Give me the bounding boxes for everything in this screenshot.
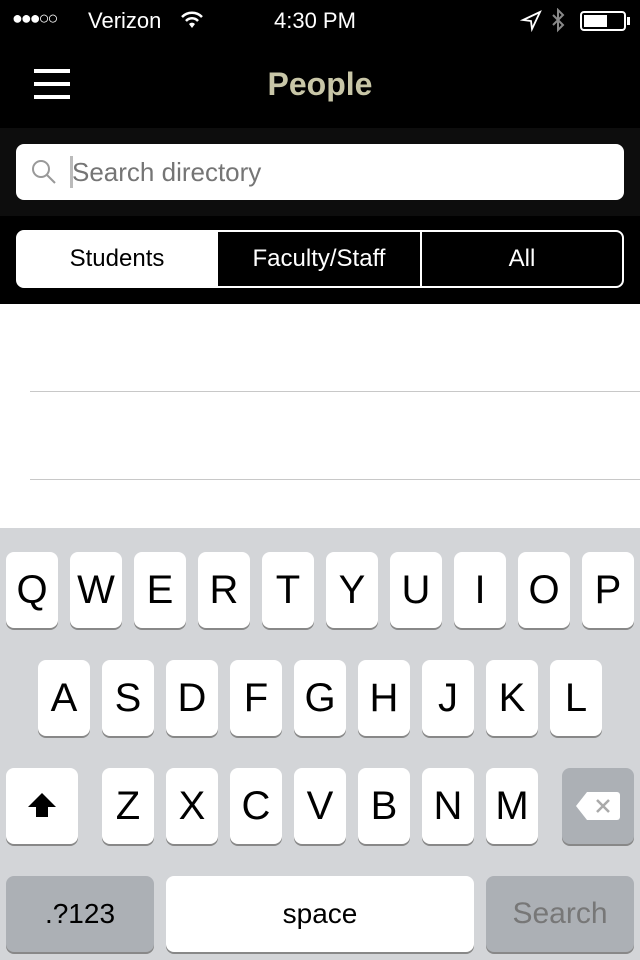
location-icon <box>520 10 542 32</box>
key-e[interactable]: E <box>134 552 186 628</box>
segment-all[interactable]: All <box>420 230 624 288</box>
carrier: Verizon <box>88 8 162 33</box>
keyboard: Q W E R T Y U I O P A S D F G H J K L Z X C V B N M .?123 space Sear… <box>0 528 640 960</box>
key-z[interactable]: Z <box>102 768 154 844</box>
search-icon <box>32 160 56 184</box>
key-t[interactable]: T <box>262 552 314 628</box>
delete-key[interactable] <box>562 768 634 844</box>
numbers-key[interactable]: .?123 <box>6 876 154 952</box>
clock: 4:30 PM <box>274 8 356 33</box>
key-g[interactable]: G <box>294 660 346 736</box>
key-v[interactable]: V <box>294 768 346 844</box>
space-key[interactable]: space <box>166 876 474 952</box>
key-q[interactable]: Q <box>6 552 58 628</box>
key-r[interactable]: R <box>198 552 250 628</box>
key-u[interactable]: U <box>390 552 442 628</box>
key-l[interactable]: L <box>550 660 602 736</box>
page-title: People <box>267 66 373 102</box>
segment-faculty-staff[interactable]: Faculty/Staff <box>216 230 422 288</box>
signal-icon: ●●●○○ <box>12 8 58 28</box>
search-key[interactable]: Search <box>486 876 634 952</box>
shift-key[interactable] <box>6 768 78 844</box>
battery-icon <box>580 11 626 31</box>
key-s[interactable]: S <box>102 660 154 736</box>
key-c[interactable]: C <box>230 768 282 844</box>
key-f[interactable]: F <box>230 660 282 736</box>
status-bar: ●●●○○ Verizon 4:30 PM <box>0 0 640 40</box>
key-o[interactable]: O <box>518 552 570 628</box>
key-a[interactable]: A <box>38 660 90 736</box>
key-n[interactable]: N <box>422 768 474 844</box>
divider <box>30 479 640 480</box>
divider <box>30 391 640 392</box>
key-i[interactable]: I <box>454 552 506 628</box>
search-field[interactable] <box>16 144 624 200</box>
key-b[interactable]: B <box>358 768 410 844</box>
key-d[interactable]: D <box>166 660 218 736</box>
search-bar <box>0 128 640 216</box>
wifi-icon <box>181 11 203 28</box>
backspace-icon <box>576 792 620 820</box>
key-y[interactable]: Y <box>326 552 378 628</box>
key-x[interactable]: X <box>166 768 218 844</box>
bluetooth-icon <box>552 8 565 33</box>
key-k[interactable]: K <box>486 660 538 736</box>
nav-bar: People <box>0 40 640 128</box>
shift-icon <box>28 793 56 817</box>
key-w[interactable]: W <box>70 552 122 628</box>
key-h[interactable]: H <box>358 660 410 736</box>
key-p[interactable]: P <box>582 552 634 628</box>
segment-students[interactable]: Students <box>16 230 218 288</box>
key-m[interactable]: M <box>486 768 538 844</box>
search-input[interactable] <box>72 152 602 192</box>
key-j[interactable]: J <box>422 660 474 736</box>
